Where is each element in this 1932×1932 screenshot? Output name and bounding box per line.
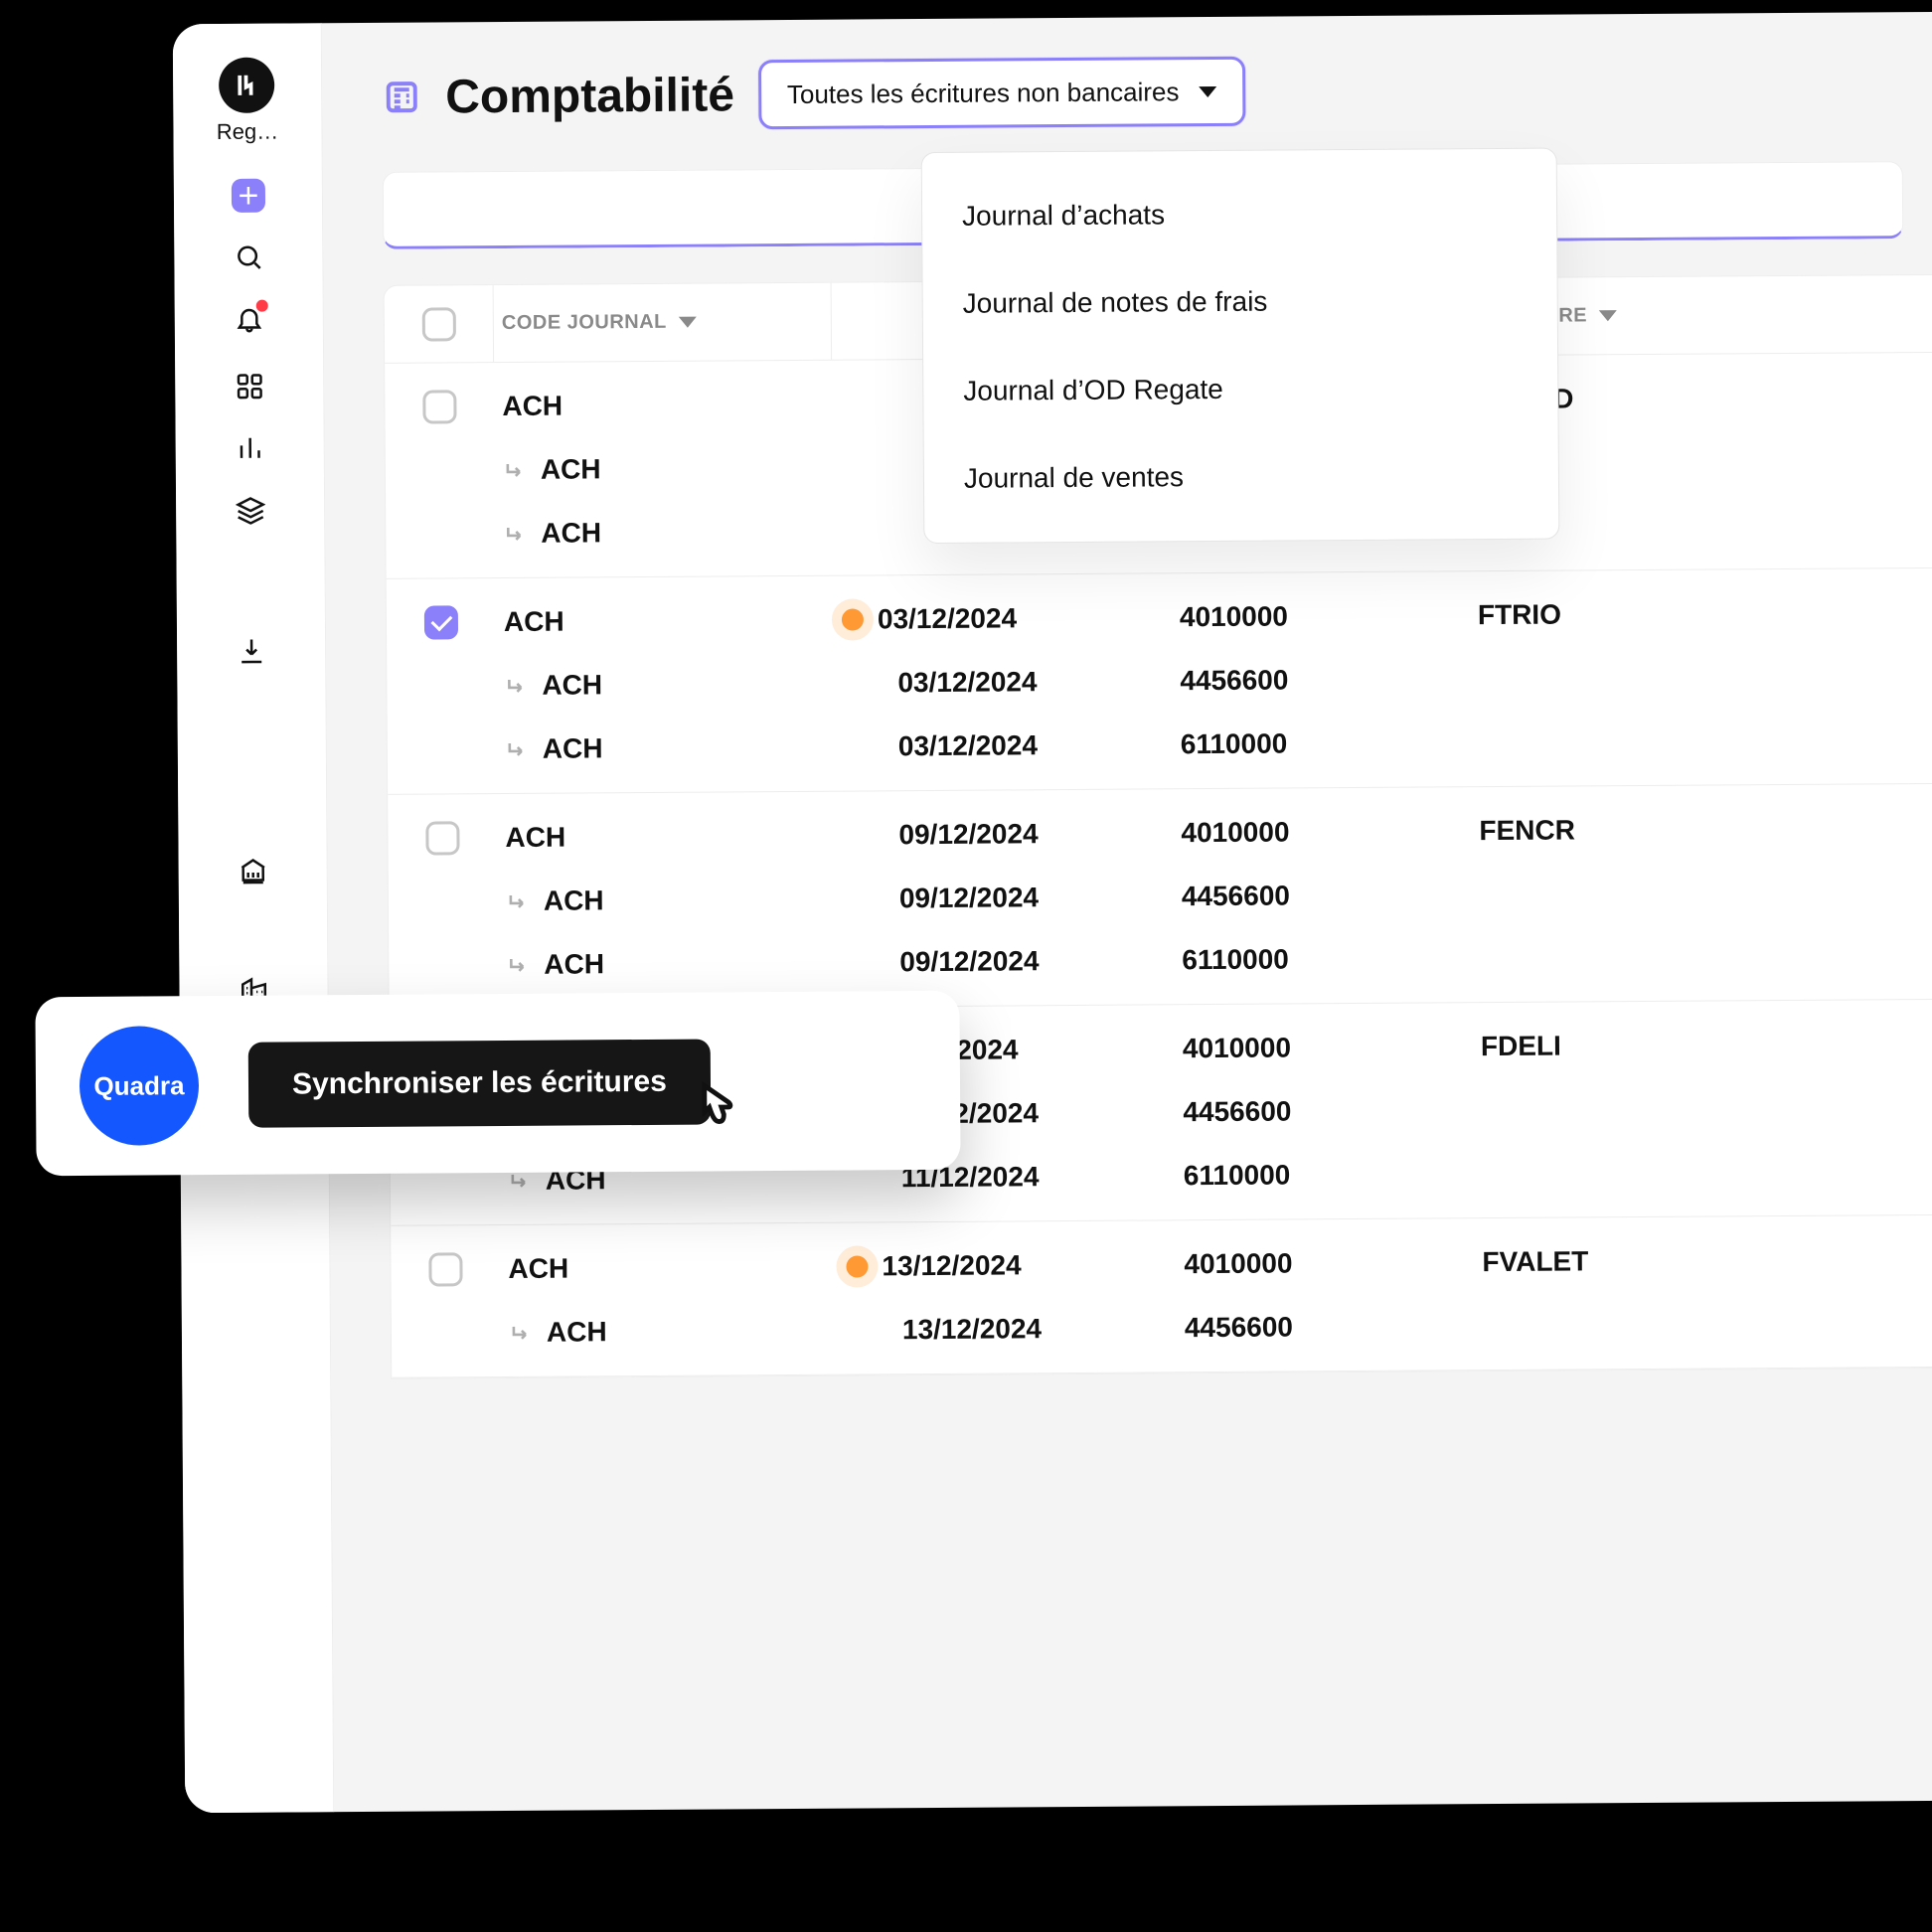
cell-code: ACH: [542, 669, 602, 701]
page-title: Comptabilité: [445, 68, 734, 124]
app-window: Reg…: [173, 12, 1932, 1814]
bank-icon[interactable]: [236, 855, 269, 888]
subline-arrow-icon: [503, 522, 527, 546]
sync-popover: Quadra Synchroniser les écritures: [35, 991, 960, 1176]
brand-logo-icon: [219, 58, 274, 113]
sort-caret-icon: [679, 317, 697, 328]
cell-account: 4010000: [1183, 1032, 1291, 1064]
pointer-cursor-icon: [683, 1080, 740, 1146]
table-group: ACH 03/12/2024 4010000 FTRIO ACH 03/12/2024 44…: [387, 568, 1932, 795]
cell-code: ACH: [543, 732, 603, 764]
status-dot-icon: [846, 1255, 868, 1277]
cell-date: 09/12/2024: [899, 882, 1039, 914]
sidebar-group-io: [235, 634, 268, 668]
entries-filter-menu: Journal d’achats Journal de notes de fra…: [921, 148, 1560, 544]
cell-account: 4456600: [1182, 880, 1290, 912]
table-row[interactable]: ACH 13/12/2024 4456600: [392, 1291, 1932, 1366]
th-checkbox: [385, 285, 495, 363]
cell-date: 03/12/2024: [878, 602, 1017, 635]
row-checkbox[interactable]: [425, 821, 459, 855]
entries-filter-dropdown[interactable]: Toutes les écritures non bancaires: [758, 57, 1246, 129]
th-code-journal[interactable]: CODE JOURNAL: [494, 283, 833, 362]
table-row[interactable]: ACH 09/12/2024 6110000: [389, 923, 1932, 998]
brand: Reg…: [216, 58, 278, 145]
cell-date: 03/12/2024: [898, 729, 1038, 762]
cell-account: 4010000: [1184, 1247, 1292, 1280]
select-all-checkbox[interactable]: [421, 307, 455, 341]
brand-name: Reg…: [217, 119, 279, 145]
cell-account: 6110000: [1182, 943, 1289, 976]
filter-option-notes-frais[interactable]: Journal de notes de frais: [922, 256, 1557, 348]
notification-dot-icon: [255, 300, 267, 312]
sidebar: Reg…: [173, 23, 335, 1813]
cell-code: ACH: [508, 1253, 568, 1285]
subline-arrow-icon: [505, 737, 529, 761]
title-row: Comptabilité Toutes les écritures non ba…: [382, 52, 1932, 132]
cell-account: 4010000: [1180, 600, 1288, 633]
cell-code: ACH: [502, 391, 563, 422]
table-row[interactable]: ACH 09/12/2024 4010000 FENCR: [388, 796, 1932, 871]
subline-arrow-icon: [506, 953, 530, 977]
quadra-logo-icon: Quadra: [80, 1026, 200, 1146]
cell-account: 6110000: [1181, 727, 1288, 760]
sidebar-group-top: [231, 179, 265, 336]
table-row[interactable]: ACH 13/12/2024 4010000 FVALET: [391, 1227, 1932, 1302]
cell-code: ACH: [547, 1316, 607, 1348]
layers-icon[interactable]: [234, 493, 267, 527]
cell-date: 13/12/2024: [882, 1249, 1021, 1282]
cell-code: ACH: [541, 453, 601, 485]
row-checkbox[interactable]: [424, 605, 458, 639]
table-group: ACH 09/12/2024 4010000 FENCR ACH 09/12/2024 44…: [388, 784, 1932, 1011]
sidebar-group-apps: [233, 370, 267, 527]
cell-auxiliare: FDELI: [1481, 1031, 1561, 1063]
add-button[interactable]: [231, 179, 264, 213]
bell-icon[interactable]: [232, 302, 265, 336]
cell-date: 03/12/2024: [897, 666, 1037, 699]
cell-account: 4010000: [1181, 816, 1289, 849]
filter-option-ventes[interactable]: Journal de ventes: [924, 431, 1559, 523]
cell-auxiliare: FENCR: [1479, 814, 1575, 847]
caret-down-icon: [1199, 85, 1216, 96]
sort-caret-icon: [1599, 310, 1617, 321]
dashboard-icon[interactable]: [233, 370, 266, 403]
cell-code: ACH: [541, 517, 601, 549]
cell-date: 09/12/2024: [899, 945, 1039, 978]
row-checkbox[interactable]: [428, 1252, 462, 1286]
subline-arrow-icon: [504, 674, 528, 698]
status-dot-icon: [842, 608, 864, 630]
cell-code: ACH: [504, 606, 564, 638]
subline-arrow-icon: [506, 889, 530, 913]
cell-account: 4456600: [1180, 664, 1288, 697]
cell-date: 13/12/2024: [902, 1313, 1042, 1346]
cell-auxiliare: FTRIO: [1478, 599, 1561, 632]
cell-account: 6110000: [1184, 1159, 1291, 1192]
cell-account: 4456600: [1185, 1311, 1293, 1344]
import-icon[interactable]: [235, 634, 268, 668]
cell-code: ACH: [544, 885, 604, 916]
filter-option-achats[interactable]: Journal d’achats: [922, 169, 1557, 260]
cell-code: ACH: [544, 948, 604, 980]
sync-entries-button[interactable]: Synchroniser les écritures: [248, 1040, 711, 1128]
table-group: ACH 13/12/2024 4010000 FVALET ACH 13/12/2024 4…: [391, 1215, 1932, 1378]
table-row[interactable]: ACH 03/12/2024 6110000: [388, 708, 1932, 782]
cell-account: 4456600: [1183, 1095, 1291, 1128]
cell-auxiliare: FVALET: [1482, 1245, 1588, 1278]
search-icon[interactable]: [232, 241, 265, 274]
table-row[interactable]: ACH 03/12/2024 4010000 FTRIO: [387, 580, 1932, 655]
entries-filter-selected: Toutes les écritures non bancaires: [787, 77, 1180, 110]
main: Comptabilité Toutes les écritures non ba…: [322, 12, 1932, 1812]
row-checkbox[interactable]: [422, 390, 456, 423]
analytics-icon[interactable]: [233, 431, 266, 465]
filter-option-od-regate[interactable]: Journal d’OD Regate: [923, 344, 1558, 435]
subline-arrow-icon: [503, 458, 527, 482]
table-row[interactable]: ACH 09/12/2024 4456600: [389, 860, 1932, 934]
subline-arrow-icon: [509, 1321, 533, 1345]
table-row[interactable]: ACH 03/12/2024 4456600: [387, 644, 1932, 719]
accounting-icon: [382, 78, 421, 117]
cell-date: 09/12/2024: [898, 818, 1038, 851]
cell-code: ACH: [505, 822, 565, 854]
